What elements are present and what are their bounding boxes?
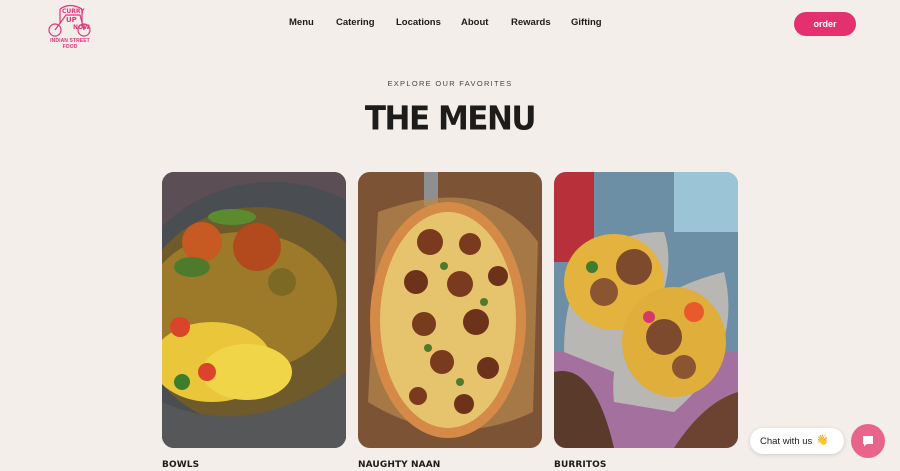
page-title: THE MENU — [364, 100, 537, 138]
nav-rewards[interactable]: Rewards — [511, 17, 551, 28]
brand-tagline: INDIAN STREET FOOD — [50, 38, 90, 50]
main-nav: Menu Catering Locations About Rewards Gi… — [0, 17, 900, 31]
waving-hand-icon: 👋 — [816, 435, 829, 446]
menu-card-bowls[interactable] — [162, 172, 346, 448]
nav-gifting[interactable]: Gifting — [571, 17, 602, 28]
chat-with-us-pill[interactable]: Chat with us 👋 — [750, 428, 844, 454]
naan-pizza-photo — [358, 172, 542, 448]
menu-card-burritos[interactable] — [554, 172, 738, 448]
nav-about[interactable]: About — [461, 17, 488, 28]
menu-card-label[interactable]: BURRITOS — [554, 460, 606, 470]
site-header: CURRY UP NOW INDIAN STREET FOOD Menu Cat… — [0, 0, 900, 50]
menu-card-label[interactable]: BOWLS — [162, 460, 199, 470]
nav-catering[interactable]: Catering — [336, 17, 375, 28]
chat-label: Chat with us — [760, 435, 813, 447]
chat-open-button[interactable] — [851, 424, 885, 458]
order-button[interactable]: order — [794, 12, 856, 36]
menu-card-naughty-naan[interactable] — [358, 172, 542, 448]
chat-bubble-icon — [863, 436, 873, 447]
nav-menu[interactable]: Menu — [289, 17, 314, 28]
nav-locations[interactable]: Locations — [396, 17, 441, 28]
burrito-photo — [554, 172, 738, 448]
menu-card-label[interactable]: NAUGHTY NAAN — [358, 460, 440, 470]
section-eyebrow: EXPLORE OUR FAVORITES — [387, 79, 513, 88]
bowl-photo — [162, 172, 346, 448]
svg-text:CURRY: CURRY — [62, 8, 85, 15]
